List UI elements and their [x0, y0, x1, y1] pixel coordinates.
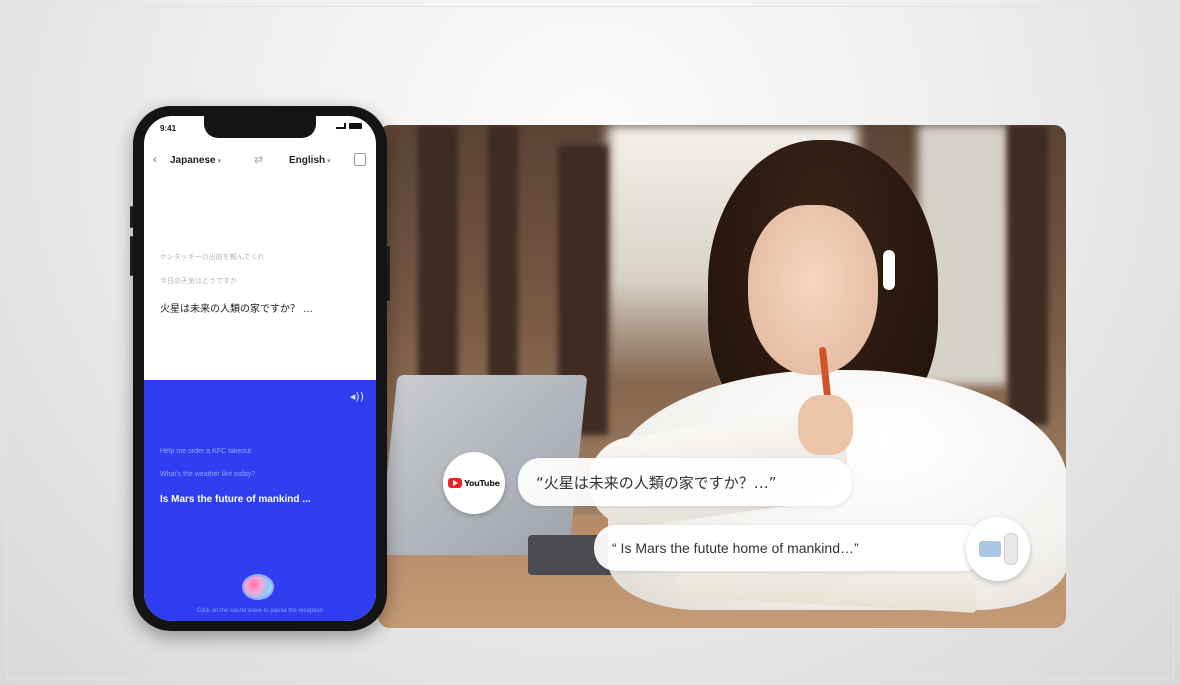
target-language-label: English — [289, 155, 326, 166]
chevron-down-icon: ▾ — [217, 158, 222, 165]
clear-icon[interactable] — [354, 153, 366, 166]
target-line: Help me order a KFC takeout — [160, 448, 252, 455]
source-line: ケンタッキーの出前を頼んでくれ — [160, 253, 265, 261]
speaker-icon[interactable]: ◂)) — [350, 390, 364, 403]
target-line: What's the weather like today? — [160, 471, 256, 478]
person-face — [748, 205, 878, 375]
chevron-left-icon[interactable]: ‹ — [153, 154, 157, 166]
chevron-down-icon: ▾ — [327, 158, 331, 165]
caption-japanese: “火星は未来の人類の家ですか？…” — [518, 458, 852, 506]
youtube-label: YouTube — [464, 478, 500, 488]
bookshelf — [1008, 125, 1048, 425]
phone-mockup: 9:41 ‹ Japanese ▾ ⇄ English ▾ ケンタッキーの出前を頼ん… — [130, 106, 390, 631]
language-bar: ‹ Japanese ▾ ⇄ English ▾ — [144, 148, 376, 174]
battery-icon — [349, 123, 362, 129]
youtube-badge: YouTube — [443, 452, 505, 514]
pause-hint: Click on the sound wave to pause the rec… — [196, 608, 324, 614]
earbuds-badge — [966, 517, 1030, 581]
youtube-icon — [448, 478, 463, 488]
caption-english: “ Is Mars the futute home of mankind…” — [594, 525, 986, 571]
phone-notch — [204, 116, 316, 138]
phone-volume-button — [130, 236, 133, 276]
source-line: 今日の天気はどうですか — [160, 277, 237, 285]
target-language-select[interactable]: English ▾ — [289, 155, 331, 166]
target-transcript: Help me order a KFC takeout What's the w… — [160, 448, 365, 505]
source-line-current: 火星は未来の人類の家ですか？ ... — [160, 304, 313, 315]
phone-volume-button — [130, 206, 133, 228]
source-transcript: ケンタッキーの出前を頼んでくれ 今日の天気はどうですか 火星は未来の人類の家です… — [160, 252, 360, 315]
status-time: 9:41 — [160, 124, 177, 133]
source-language-select[interactable]: Japanese ▾ — [170, 155, 221, 166]
person-hand — [798, 395, 853, 455]
phone-power-button — [387, 246, 390, 301]
target-line-current: Is Mars the future of mankind ... — [160, 494, 311, 505]
status-icons — [336, 123, 362, 129]
sound-wave-icon[interactable] — [244, 576, 272, 598]
phone-screen: 9:41 ‹ Japanese ▾ ⇄ English ▾ ケンタッキーの出前を頼ん… — [144, 116, 376, 621]
swap-icon[interactable]: ⇄ — [254, 153, 263, 166]
earbuds-icon — [1003, 533, 1018, 565]
source-language-label: Japanese — [170, 155, 216, 166]
signal-icon — [336, 123, 346, 129]
earbud — [883, 250, 895, 290]
earbuds-case-icon — [978, 541, 1001, 557]
translation-panel: ◂)) Help me order a KFC takeout What's t… — [144, 380, 376, 621]
